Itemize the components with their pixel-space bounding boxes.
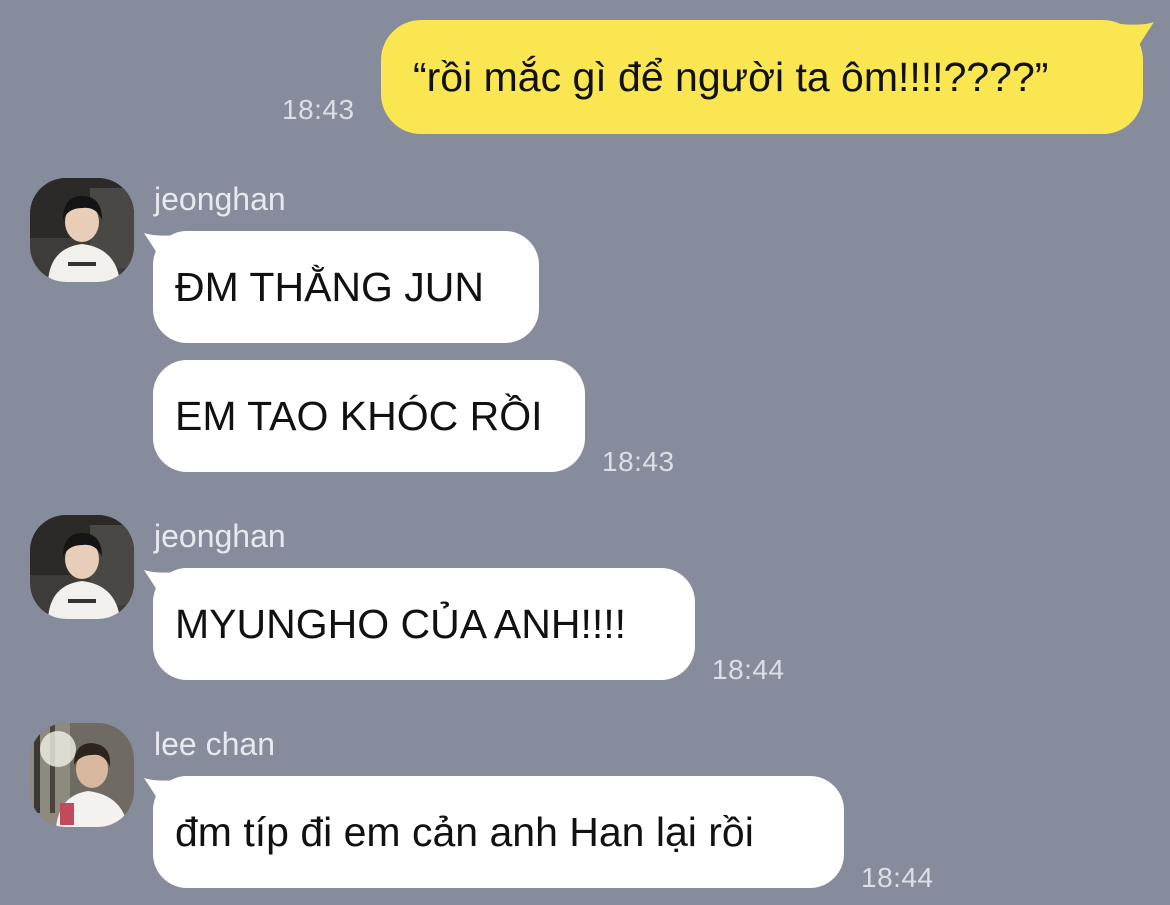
message-text: “rồi mắc gì để người ta ôm!!!!????” <box>413 53 1049 100</box>
avatar[interactable] <box>30 723 134 827</box>
message-text: ĐM THẰNG JUN <box>175 263 485 310</box>
message-timestamp: 18:43 <box>282 94 355 125</box>
message-text: đm típ đi em cản anh Han lại rồi <box>175 808 754 855</box>
incoming-message-bubble[interactable]: đm típ đi em cản anh Han lại rồi <box>153 776 844 888</box>
incoming-message-bubble[interactable]: EM TAO KHÓC RỒI <box>153 360 585 472</box>
message-timestamp: 18:44 <box>712 654 785 685</box>
profile-photo-icon <box>30 178 134 282</box>
avatar[interactable] <box>30 178 134 282</box>
incoming-message-bubble[interactable]: ĐM THẰNG JUN <box>153 231 539 343</box>
profile-photo-icon <box>30 515 134 619</box>
message-text: EM TAO KHÓC RỒI <box>175 392 543 439</box>
bubble-tail <box>1120 22 1154 50</box>
message-timestamp: 18:44 <box>861 862 934 893</box>
message-text: MYUNGHO CỦA ANH!!!! <box>175 600 627 647</box>
incoming-message-bubble[interactable]: MYUNGHO CỦA ANH!!!! <box>153 568 695 680</box>
sender-name: jeonghan <box>154 181 286 217</box>
sender-name: jeonghan <box>154 518 286 554</box>
sender-name: lee chan <box>154 726 275 762</box>
avatar[interactable] <box>30 515 134 619</box>
message-timestamp: 18:43 <box>602 446 675 477</box>
outgoing-message-bubble[interactable]: “rồi mắc gì để người ta ôm!!!!????” <box>381 20 1143 134</box>
profile-photo-icon <box>30 723 134 827</box>
